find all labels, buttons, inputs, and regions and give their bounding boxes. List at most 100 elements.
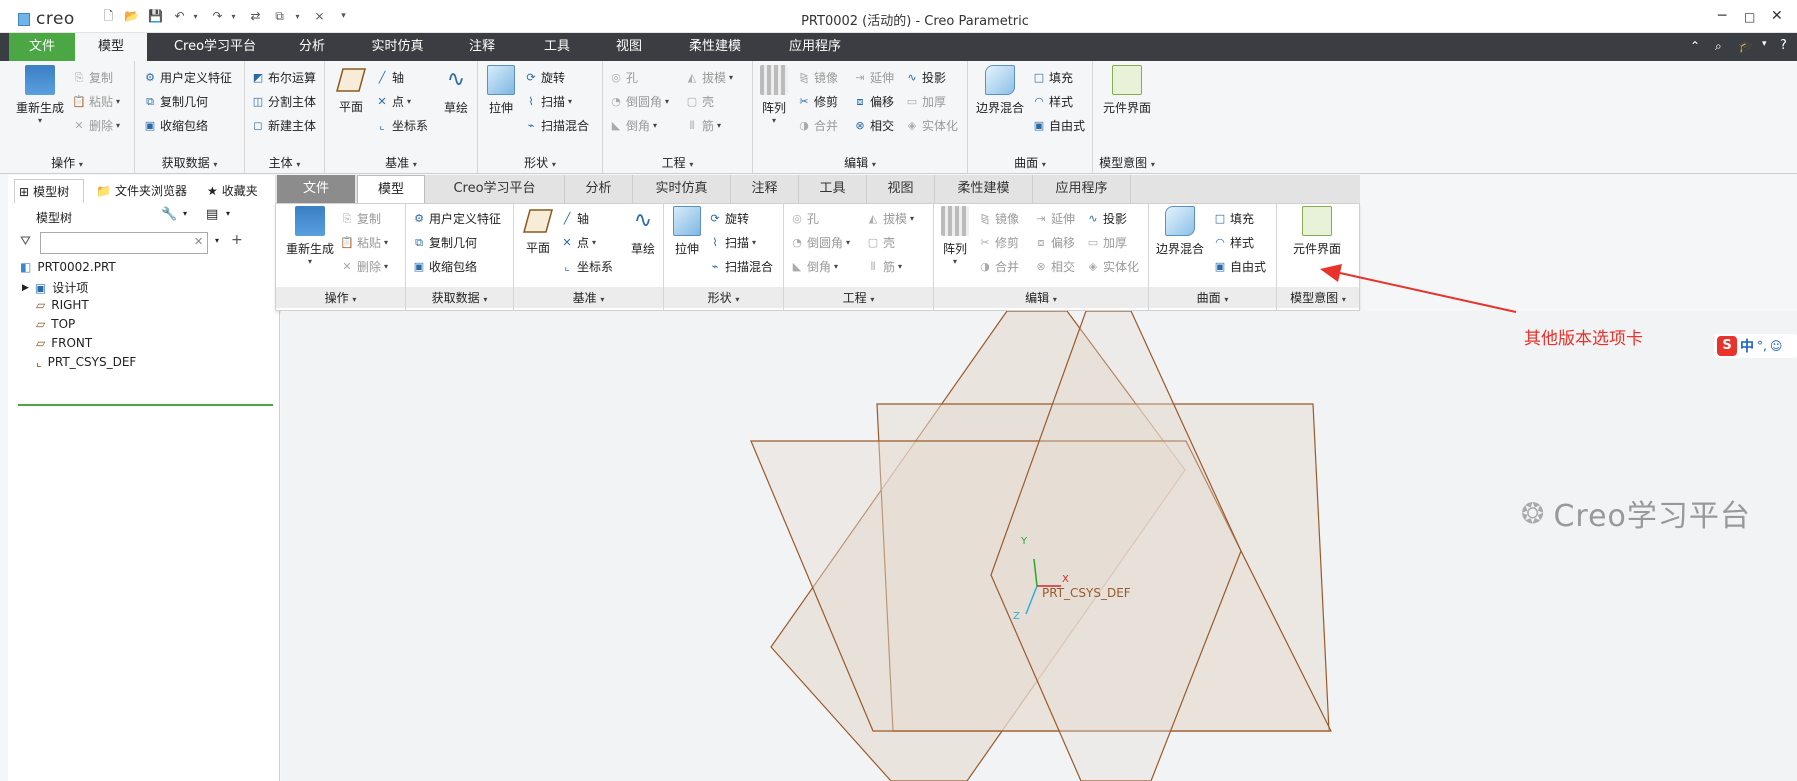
plane-button[interactable]: 平面	[331, 65, 371, 115]
regenerate-icon[interactable]: ⇄	[248, 9, 263, 24]
project-button[interactable]: ∿ 投影	[905, 69, 946, 86]
alt-round-button[interactable]: ◔ 倒圆角 ▾	[790, 234, 850, 251]
add-icon[interactable]: +	[231, 232, 243, 248]
tab-favorites[interactable]: ★ 收藏夹	[203, 179, 278, 203]
ime-toolbar[interactable]: S 中 °, ☺	[1714, 334, 1797, 358]
alt-freestyle-button[interactable]: ▣ 自由式	[1213, 258, 1266, 275]
tab-folder-browser[interactable]: 📁 文件夹浏览器	[92, 179, 200, 203]
rib-dropdown-icon[interactable]: ▾	[717, 121, 721, 130]
shell-button[interactable]: ▢ 壳	[685, 93, 714, 110]
pattern-dropdown-icon[interactable]: ▾	[755, 116, 793, 125]
offset-button[interactable]: ⧈ 偏移	[853, 93, 895, 110]
intersect-button[interactable]: ⊗ 相交	[853, 117, 894, 134]
round-dropdown-icon[interactable]: ▾	[665, 97, 669, 106]
save-icon[interactable]: 💾	[148, 9, 163, 24]
chamfer-dropdown-icon[interactable]: ▾	[653, 121, 657, 130]
tab-creo-learning[interactable]: Creo学习平台	[160, 33, 270, 61]
alt-plane-button[interactable]: 平面	[518, 206, 558, 256]
minimize-icon[interactable]: ─	[1718, 8, 1726, 24]
delete-button[interactable]: ✕ 删除 ▾	[72, 117, 120, 134]
alt-style-button[interactable]: ◠ 样式	[1213, 234, 1254, 251]
alt-tab-model[interactable]: 模型	[357, 175, 425, 203]
alt-tab-view[interactable]: 视图	[867, 175, 935, 203]
alt-draft-button[interactable]: ◭ 拔模 ▾	[866, 210, 914, 227]
alt-tab-realtime-sim[interactable]: 实时仿真	[633, 175, 731, 203]
tab-model[interactable]: 模型	[75, 33, 147, 61]
extend-button[interactable]: ⇥ 延伸	[853, 69, 894, 86]
alt-draft-dropdown-icon[interactable]: ▾	[910, 214, 914, 223]
close-icon[interactable]: ✕	[1771, 8, 1783, 24]
alt-tab-applications[interactable]: 应用程序	[1033, 175, 1131, 203]
windows-dropdown-icon[interactable]: ▾	[290, 9, 305, 24]
group-label-get-data[interactable]: 获取数据 ▾	[135, 154, 244, 171]
alt-group-label-edit[interactable]: 编辑 ▾	[934, 287, 1148, 308]
point-dropdown-icon[interactable]: ▾	[407, 97, 411, 106]
copy-geometry-button[interactable]: ⧉ 复制几何	[143, 93, 208, 110]
learning-hat-icon[interactable]: 🎓	[1738, 39, 1753, 53]
alt-trim-button[interactable]: ✂ 修剪	[978, 234, 1019, 251]
alt-boundary-blend-button[interactable]: 边界混合	[1151, 206, 1209, 257]
solidify-button[interactable]: ◈ 实体化	[905, 117, 958, 134]
redo-icon[interactable]: ↷	[210, 9, 225, 24]
alt-shrinkwrap-button[interactable]: ▣ 收缩包络	[412, 258, 477, 275]
sweep-dropdown-icon[interactable]: ▾	[568, 97, 572, 106]
alt-sketch-button[interactable]: ∿ 草绘	[624, 206, 662, 257]
alt-paste-dropdown-icon[interactable]: ▾	[384, 238, 388, 247]
tree-display-icon[interactable]: ▤	[206, 207, 218, 222]
tree-display-dropdown-icon[interactable]: ▾	[226, 209, 230, 218]
ime-punct-icon[interactable]: °,	[1757, 339, 1767, 353]
alt-tab-analysis[interactable]: 分析	[565, 175, 633, 203]
udf-button[interactable]: ⚙ 用户定义特征	[143, 69, 232, 86]
boolean-button[interactable]: ◩ 布尔运算	[251, 69, 316, 86]
group-label-operations[interactable]: 操作 ▾	[0, 154, 134, 171]
group-label-edit[interactable]: 编辑 ▾	[753, 154, 967, 171]
alt-swept-blend-button[interactable]: ⌁ 扫描混合	[708, 258, 773, 275]
tab-annotate[interactable]: 注释	[450, 33, 514, 61]
alt-regenerate-button[interactable]: 重新生成 ▾	[282, 206, 338, 266]
alt-group-label-operations[interactable]: 操作 ▾	[276, 287, 405, 308]
alt-mirror-button[interactable]: ⧎ 镜像	[978, 210, 1019, 227]
axis-button[interactable]: ╱ 轴	[375, 69, 404, 86]
alt-chamfer-button[interactable]: ◣ 倒角 ▾	[790, 258, 838, 275]
clear-search-icon[interactable]: ✕	[194, 235, 203, 248]
alt-fill-button[interactable]: □ 填充	[1213, 210, 1254, 227]
alt-group-label-shape[interactable]: 形状 ▾	[664, 287, 783, 308]
split-body-button[interactable]: ◫ 分割主体	[251, 93, 316, 110]
revolve-button[interactable]: ⟳ 旋转	[524, 69, 565, 86]
alt-pattern-dropdown-icon[interactable]: ▾	[936, 257, 974, 266]
ime-emoji-icon[interactable]: ☺	[1770, 339, 1783, 353]
tab-applications[interactable]: 应用程序	[775, 33, 855, 61]
tab-file[interactable]: 文件	[9, 33, 75, 61]
swept-blend-button[interactable]: ⌁ 扫描混合	[524, 117, 589, 134]
thicken-button[interactable]: ▭ 加厚	[905, 93, 946, 110]
alt-offset-button[interactable]: ⧈ 偏移	[1034, 234, 1076, 251]
alt-pattern-button[interactable]: 阵列 ▾	[936, 206, 974, 266]
alt-copy-button[interactable]: ⎘ 复制	[340, 210, 381, 227]
point-button[interactable]: ✕ 点 ▾	[375, 93, 411, 110]
customize-toolbar-icon[interactable]: ▾	[336, 9, 351, 24]
alt-hole-button[interactable]: ◎ 孔	[790, 210, 819, 227]
component-interface-button[interactable]: 元件界面	[1097, 65, 1157, 116]
undo-icon[interactable]: ↶	[172, 9, 187, 24]
round-button[interactable]: ◔ 倒圆角 ▾	[609, 93, 669, 110]
tree-item-csys[interactable]: ⌞ PRT_CSYS_DEF	[36, 355, 136, 369]
open-folder-icon[interactable]: 📂	[124, 9, 139, 24]
alt-extend-button[interactable]: ⇥ 延伸	[1034, 210, 1075, 227]
tree-item-root[interactable]: ◧ PRT0002.PRT	[20, 260, 116, 274]
sketch-button[interactable]: ∿ 草绘	[437, 65, 475, 116]
tab-view[interactable]: 视图	[597, 33, 661, 61]
rib-button[interactable]: ⫴ 筋 ▾	[685, 117, 721, 134]
tab-model-tree[interactable]: ⊞ 模型树	[14, 179, 84, 203]
new-body-button[interactable]: ◻ 新建主体	[251, 117, 316, 134]
alt-axis-button[interactable]: ╱ 轴	[560, 210, 589, 227]
freestyle-button[interactable]: ▣ 自由式	[1032, 117, 1085, 134]
style-button[interactable]: ◠ 样式	[1032, 93, 1073, 110]
alt-project-button[interactable]: ∿ 投影	[1086, 210, 1127, 227]
alt-solidify-button[interactable]: ◈ 实体化	[1086, 258, 1139, 275]
alt-delete-button[interactable]: ✕ 删除 ▾	[340, 258, 388, 275]
hole-button[interactable]: ◎ 孔	[609, 69, 638, 86]
csys-button[interactable]: ⌞ 坐标系	[375, 117, 428, 134]
hat-dropdown-icon[interactable]: ▾	[1762, 39, 1767, 49]
trim-button[interactable]: ✂ 修剪	[797, 93, 838, 110]
extrude-button[interactable]: 拉伸	[482, 65, 520, 116]
